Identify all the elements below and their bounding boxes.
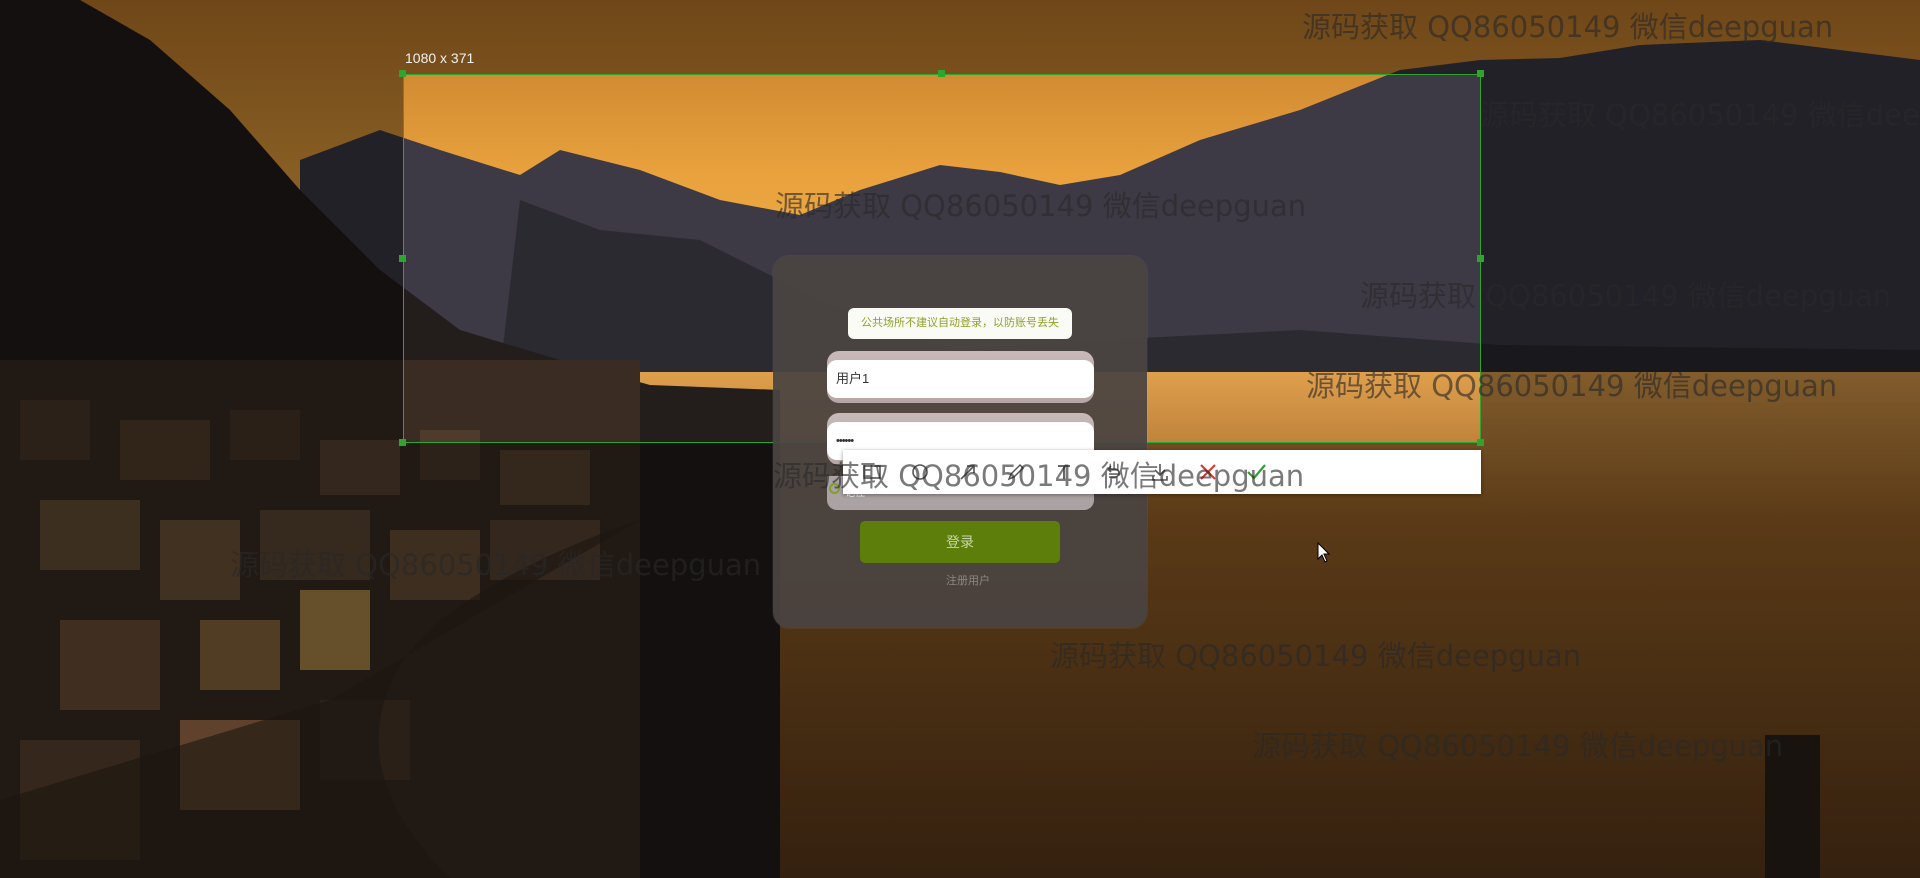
selection-size-label: 1080 x 371 bbox=[405, 50, 475, 66]
watermark-text: 源码获取 QQ86050149 微信deepguan bbox=[1302, 10, 1834, 44]
username-field-wrap: 用户1 bbox=[827, 351, 1094, 403]
resize-handle-left[interactable] bbox=[399, 255, 406, 262]
resize-handle-top-left[interactable] bbox=[399, 70, 406, 77]
watermark-text: 源码获取 QQ86050149 微信deepguan bbox=[1480, 98, 1920, 132]
resize-handle-top[interactable] bbox=[938, 70, 945, 77]
dim-overlay bbox=[0, 74, 403, 443]
watermark-text: 源码获取 QQ86050149 微信deepguan bbox=[1050, 639, 1582, 673]
resize-handle-right[interactable] bbox=[1477, 255, 1484, 262]
watermark-text: 源码获取 QQ86050149 微信deepguan bbox=[773, 459, 1305, 493]
login-notice: 公共场所不建议自动登录，以防账号丢失 bbox=[848, 308, 1072, 339]
watermark-text: 源码获取 QQ86050149 微信deepguan bbox=[230, 548, 762, 582]
username-input[interactable]: 用户1 bbox=[827, 360, 1094, 398]
resize-handle-bottom-right[interactable] bbox=[1477, 439, 1484, 446]
mouse-cursor-icon bbox=[1317, 541, 1331, 568]
watermark-text: 源码获取 QQ86050149 微信deepguan bbox=[1306, 369, 1838, 403]
watermark-text: 源码获取 QQ86050149 微信deepguan bbox=[1252, 729, 1784, 763]
watermark-text: 源码获取 QQ86050149 微信deepguan bbox=[1360, 279, 1892, 313]
register-link[interactable]: 注册用户 bbox=[946, 572, 990, 588]
resize-handle-bottom-left[interactable] bbox=[399, 439, 406, 446]
watermark-text: 源码获取 QQ86050149 微信deepguan bbox=[775, 189, 1307, 223]
resize-handle-top-right[interactable] bbox=[1477, 70, 1484, 77]
login-button[interactable]: 登录 bbox=[860, 521, 1060, 563]
